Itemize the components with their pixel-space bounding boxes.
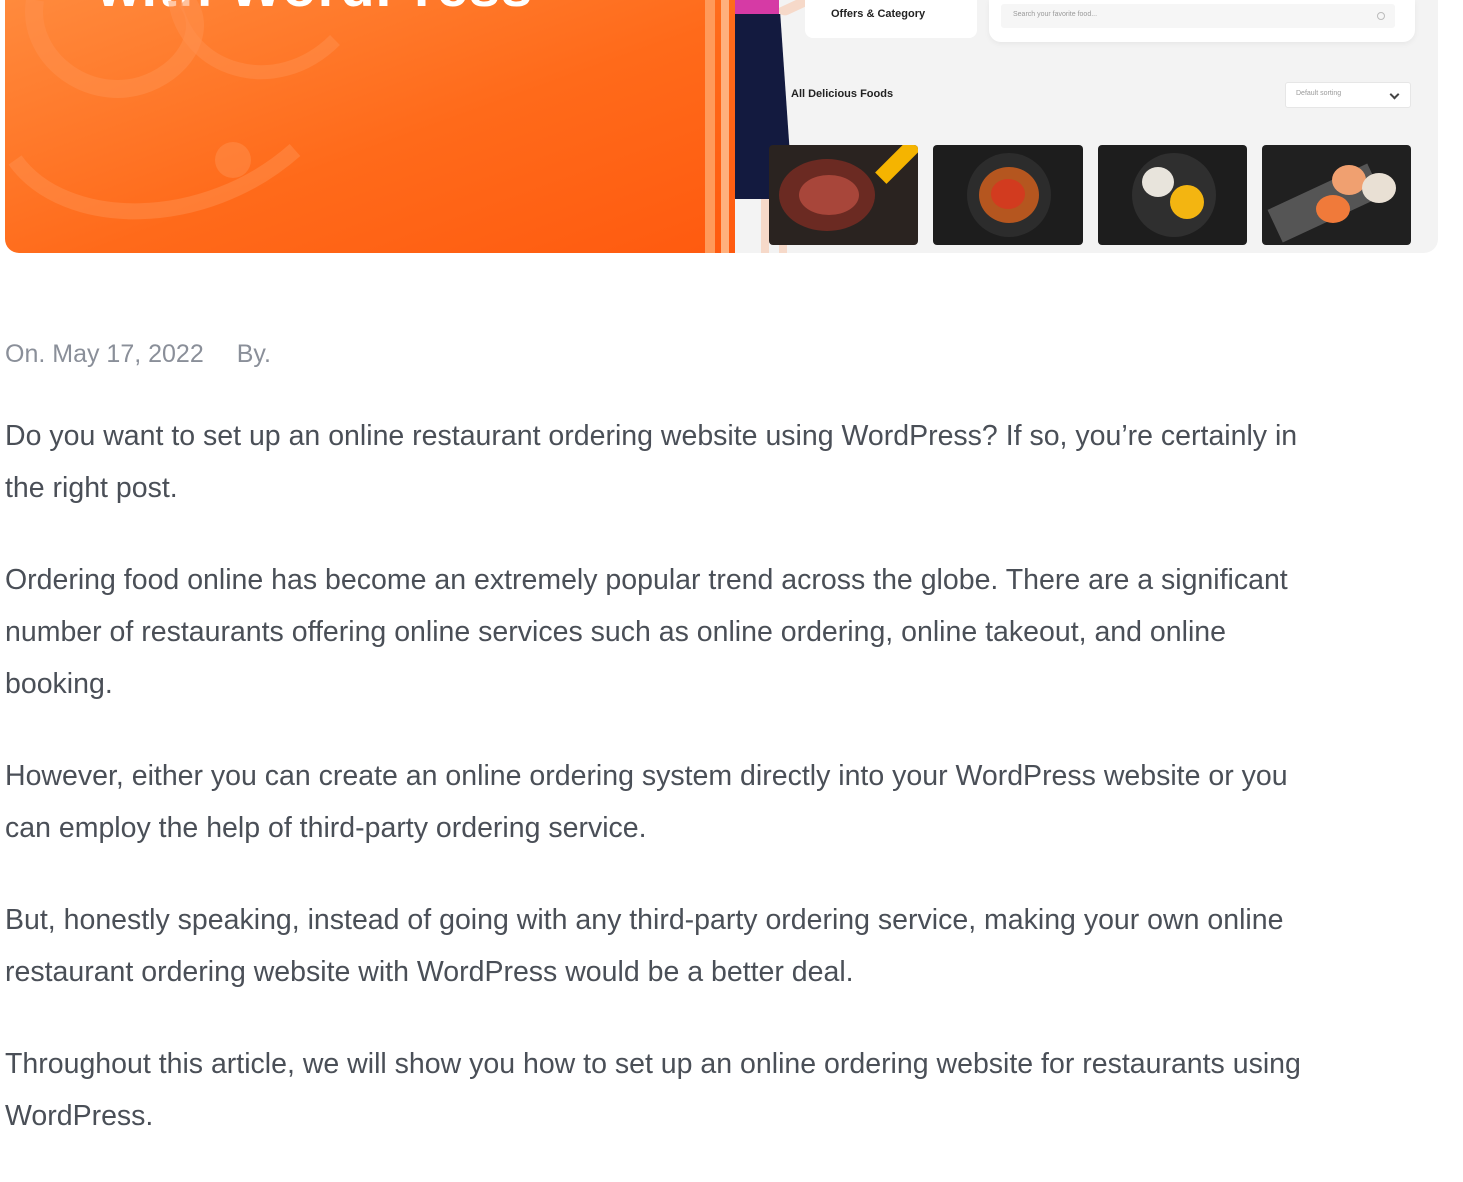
- paragraph: But, honestly speaking, instead of going…: [5, 894, 1463, 998]
- search-icon: [1377, 12, 1385, 20]
- paragraph-line: But, honestly speaking, instead of going…: [5, 904, 1284, 936]
- article-body: Do you want to set up an online restaura…: [5, 410, 1463, 1182]
- mockup-search-input: Search your favorite food...: [1001, 4, 1395, 28]
- paragraph-line: restaurant ordering website with WordPre…: [5, 956, 854, 988]
- illustration-leg: [761, 199, 769, 253]
- paragraph-line: Do you want to set up an online restaura…: [5, 420, 1298, 452]
- paragraph: However, either you can create an online…: [5, 750, 1463, 854]
- post-date: On. May 17, 2022: [5, 340, 204, 368]
- post-meta: On. May 17, 2022 By.: [5, 340, 271, 369]
- food-tile-chicken: [1098, 145, 1247, 245]
- paragraph-line: booking.: [5, 668, 113, 700]
- hero-ui-mockup: Offers & Category Search your favorite f…: [735, 0, 1438, 253]
- paragraph-line: However, either you can create an online…: [5, 760, 1288, 792]
- mockup-search-panel: Search your favorite food...: [989, 0, 1415, 42]
- hero-stripe: [705, 0, 715, 253]
- offers-category-label: Offers & Category: [831, 8, 926, 20]
- paragraph-line: WordPress.: [5, 1100, 154, 1132]
- food-tile-noodles: [933, 145, 1083, 245]
- illustration-shirt: [735, 0, 779, 14]
- paragraph: Ordering food online has become an extre…: [5, 554, 1463, 710]
- paragraph-line: Throughout this article, we will show yo…: [5, 1048, 1301, 1080]
- food-tile-sushi: [1262, 145, 1411, 245]
- mockup-sort-select: Default sorting: [1285, 82, 1411, 108]
- food-tile-steak: [769, 145, 918, 245]
- hero-stripe: [721, 0, 729, 253]
- search-placeholder: Search your favorite food...: [1013, 11, 1098, 18]
- paragraph-line: Ordering food online has become an extre…: [5, 564, 1288, 596]
- paragraph-line: number of restaurants offering online se…: [5, 616, 1226, 648]
- sort-label: Default sorting: [1296, 90, 1342, 97]
- paragraph-line: can employ the help of third-party order…: [5, 812, 647, 844]
- paragraph: Throughout this article, we will show yo…: [5, 1038, 1463, 1142]
- paragraph: Do you want to set up an online restaura…: [5, 410, 1463, 514]
- foods-heading: All Delicious Foods: [791, 88, 894, 100]
- hero-banner: with WordPress Offers & Category Search …: [5, 0, 1438, 253]
- post-author: By.: [236, 340, 271, 368]
- chevron-down-icon: [1389, 89, 1400, 100]
- hero-decoration: [8, 0, 340, 220]
- paragraph-line: the right post.: [5, 472, 178, 504]
- hero-orange-panel: with WordPress: [5, 0, 735, 253]
